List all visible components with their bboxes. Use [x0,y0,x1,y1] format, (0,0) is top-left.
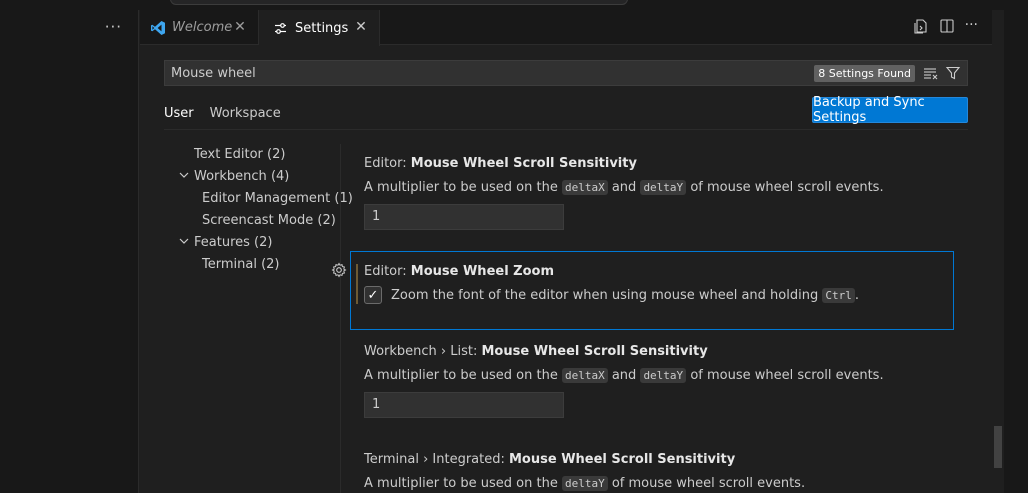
side-panel: ··· [0,10,139,493]
command-center[interactable] [170,0,628,5]
settings-sliders-icon [275,22,286,34]
close-icon[interactable]: ✕ [353,19,369,35]
setting-workbench-list-mouse-wheel-scroll-sensitivity: Workbench › List: Mouse Wheel Scroll Sen… [364,344,968,418]
setting-editor-mouse-wheel-scroll-sensitivity: Editor: Mouse Wheel Scroll Sensitivity A… [364,156,968,230]
right-panel-edge [1004,0,1028,493]
settings-toc: Text Editor (2) Workbench (4) Editor Man… [164,144,353,276]
zoom-checkbox-row: ✓ Zoom the font of the editor when using… [364,286,953,304]
toc-count: (2) [254,235,273,250]
scope-divider [164,129,968,130]
toc-count: (2) [317,213,336,228]
toc-label: Editor Management [202,191,331,206]
tab-user[interactable]: User [164,102,194,130]
setting-name: Mouse Wheel Scroll Sensitivity [509,452,736,467]
setting-title: Workbench › List: Mouse Wheel Scroll Sen… [364,344,968,359]
setting-category: Editor: [364,264,411,279]
setting-name: Mouse Wheel Scroll Sensitivity [481,344,708,359]
desc-text: of mouse wheel scroll events. [607,476,806,491]
tab-workspace[interactable]: Workspace [210,102,281,130]
tab-settings[interactable]: Settings ✕ [259,10,380,46]
setting-title: Terminal › Integrated: Mouse Wheel Scrol… [364,452,968,467]
code-token: deltaY [561,476,608,491]
settings-scope-tabs: User Workspace [164,102,281,130]
search-value: Mouse wheel [171,65,256,81]
desc-text: A multiplier to be used on the [364,476,562,491]
setting-editor-mouse-wheel-zoom: Editor: Mouse Wheel Zoom ✓ Zoom the font… [331,251,954,330]
more-actions-icon[interactable]: ··· [105,18,122,36]
desc-text: of mouse wheel scroll events. [686,368,884,383]
toc-label: Features [194,235,250,250]
editor-actions: ··· [913,18,978,34]
code-token: deltaY [640,368,687,383]
setting-description: Zoom the font of the editor when using m… [391,287,859,303]
sensitivity-input[interactable]: 1 [364,204,564,230]
toc-item-screencast-mode[interactable]: Screencast Mode (2) [164,210,340,232]
setting-category: Workbench › List: [364,344,482,359]
modified-indicator [356,264,358,304]
tab-label-settings: Settings [295,20,349,36]
setting-description: A multiplier to be used on the deltaY of… [364,476,968,491]
setting-name: Mouse Wheel Scroll Sensitivity [410,156,637,171]
toc-count: (1) [334,191,353,206]
desc-text: A multiplier to be used on the [364,180,562,195]
toc-count: (2) [261,257,280,272]
zoom-checkbox[interactable]: ✓ [364,286,382,304]
setting-title: Editor: Mouse Wheel Scroll Sensitivity [364,156,968,171]
sensitivity-input[interactable]: 1 [364,392,564,418]
chevron-down-icon [179,172,189,178]
code-token: deltaY [640,180,687,195]
toc-divider [340,144,341,493]
desc-text: Zoom the font of the editor when using m… [391,287,823,303]
toc-count: (4) [270,169,290,184]
code-token: Ctrl [822,287,855,303]
title-bar-strip [0,0,1028,10]
scrollbar-track[interactable] [992,10,1004,493]
toc-item-features[interactable]: Features (2) [164,232,340,254]
results-count-badge: 8 Settings Found [814,64,915,82]
toc-label: Screencast Mode [202,213,314,228]
setting-description: A multiplier to be used on the deltaX an… [364,180,968,195]
toc-label: Workbench [194,169,267,184]
setting-category: Editor: [364,156,411,171]
open-json-icon[interactable] [913,18,929,34]
clear-filter-icon[interactable] [923,65,939,81]
backup-sync-button[interactable]: Backup and Sync Settings [812,95,968,125]
desc-text: of mouse wheel scroll events. [686,180,884,195]
close-icon[interactable]: ✕ [232,19,248,35]
toc-item-editor-management[interactable]: Editor Management (1) [164,188,353,210]
scrollbar-thumb[interactable] [994,426,1002,468]
tab-welcome[interactable]: Welcome ✕ [140,10,259,45]
desc-text: . [854,287,859,303]
settings-search-input[interactable]: Mouse wheel 8 Settings Found [164,60,968,86]
settings-editor: Mouse wheel 8 Settings Found User Worksp… [140,46,992,493]
gear-icon[interactable] [331,262,347,278]
desc-text: and [607,180,641,195]
vscode-logo-icon [151,20,165,35]
toc-item-text-editor[interactable]: Text Editor (2) [164,144,340,166]
toc-label: Text Editor [194,147,263,162]
code-token: deltaX [561,180,608,195]
more-actions-icon[interactable]: ··· [965,18,978,34]
toc-item-workbench[interactable]: Workbench (4) [164,166,340,188]
desc-text: and [607,368,641,383]
tab-label-welcome: Welcome [172,20,233,35]
toc-count: (2) [267,147,286,162]
setting-title: Editor: Mouse Wheel Zoom [364,264,953,279]
toc-label: Terminal [202,257,257,272]
code-token: deltaX [561,368,608,383]
setting-category: Terminal › Integrated: [364,452,509,467]
chevron-down-icon [179,238,189,244]
filter-icon[interactable] [945,65,961,81]
editor-tab-bar: Welcome ✕ Settings ✕ ··· [140,10,992,46]
split-editor-icon[interactable] [939,18,955,34]
desc-text: A multiplier to be used on the [364,368,562,383]
setting-description: A multiplier to be used on the deltaX an… [364,368,968,383]
setting-terminal-integrated-mouse-wheel-scroll-sensitivity: Terminal › Integrated: Mouse Wheel Scrol… [364,452,968,491]
toc-item-terminal[interactable]: Terminal (2) [164,254,340,276]
setting-name: Mouse Wheel Zoom [410,264,555,279]
